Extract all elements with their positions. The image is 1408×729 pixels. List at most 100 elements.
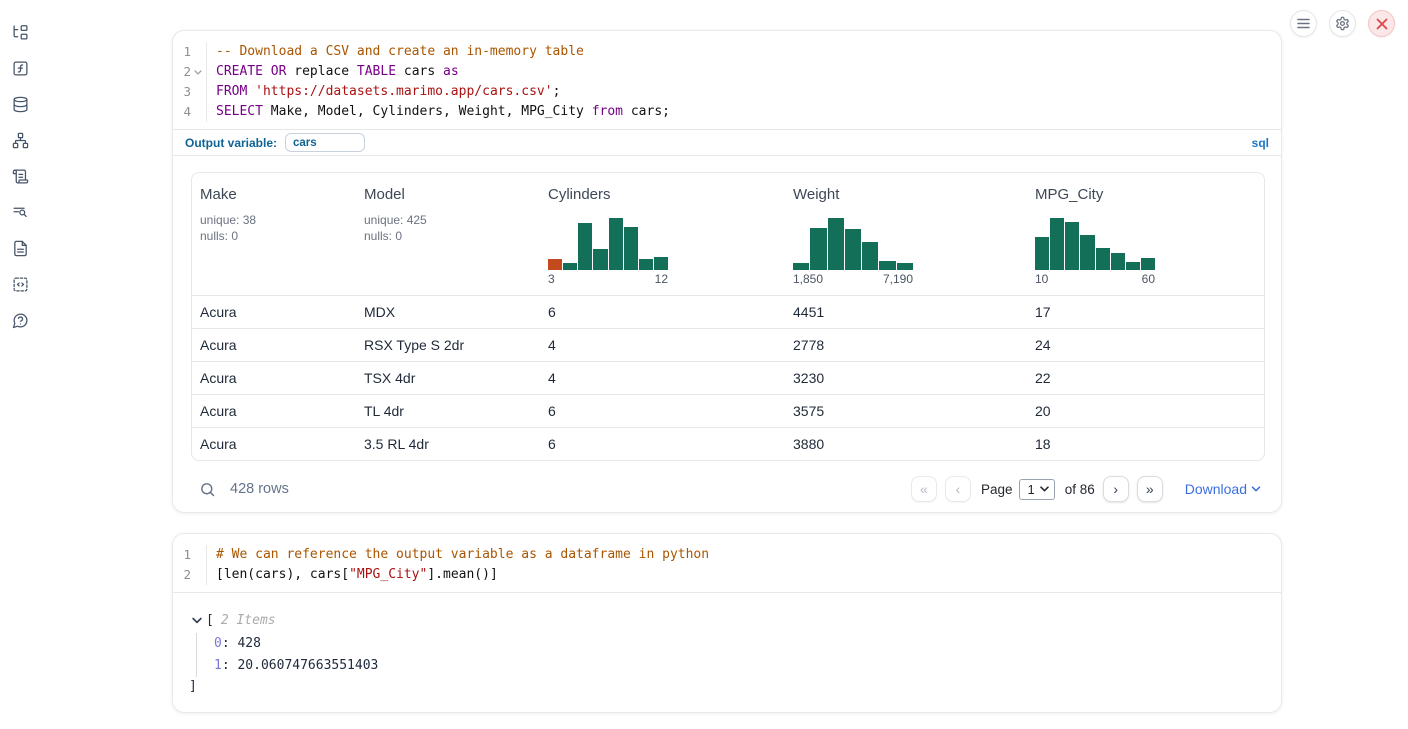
chevron-down-icon bbox=[1040, 486, 1049, 492]
histogram-bar bbox=[810, 228, 826, 270]
file-tree-icon[interactable] bbox=[12, 24, 29, 41]
table-row: Acura3.5 RL 4dr6388018 bbox=[192, 427, 1264, 460]
table-cell: Acura bbox=[192, 337, 356, 353]
histogram-bar bbox=[845, 229, 861, 270]
column-header-make: Make unique: 38 nulls: 0 bbox=[192, 173, 356, 295]
fold-chevron-icon[interactable] bbox=[191, 70, 205, 75]
column-title[interactable]: Model bbox=[364, 186, 532, 203]
table-cell: RSX Type S 2dr bbox=[356, 337, 540, 353]
page-select[interactable]: 1 bbox=[1019, 479, 1054, 500]
table-cell: 20 bbox=[1027, 403, 1265, 419]
download-button[interactable]: Download bbox=[1185, 481, 1261, 497]
code-text: CREATE OR replace TABLE cars as bbox=[207, 62, 459, 82]
histogram-bar bbox=[639, 259, 653, 270]
histogram-bar bbox=[548, 259, 562, 270]
scroll-icon[interactable] bbox=[12, 168, 29, 185]
table-cell: MDX bbox=[356, 304, 540, 320]
topbar-controls bbox=[1290, 10, 1395, 37]
column-title[interactable]: MPG_City bbox=[1035, 186, 1258, 203]
dependency-graph-icon[interactable] bbox=[12, 132, 29, 149]
line-number: 3 bbox=[173, 82, 207, 102]
histogram-bar bbox=[862, 242, 878, 270]
tree-open-bracket: [ bbox=[206, 613, 214, 628]
table-cell: 6 bbox=[540, 403, 785, 419]
sidebar bbox=[12, 24, 29, 329]
column-title[interactable]: Cylinders bbox=[548, 186, 777, 203]
column-stats: unique: 425 nulls: 0 bbox=[364, 212, 532, 244]
output-variable-input[interactable] bbox=[285, 133, 365, 152]
tree-expander-icon[interactable] bbox=[192, 617, 202, 624]
page-label: Page bbox=[981, 482, 1013, 497]
next-page-button[interactable]: › bbox=[1103, 476, 1129, 502]
code-line: 2[len(cars), cars["MPG_City"].mean()] bbox=[173, 565, 1281, 585]
search-icon[interactable] bbox=[199, 481, 216, 498]
language-badge[interactable]: sql bbox=[1252, 136, 1269, 150]
table-cell: 6 bbox=[540, 304, 785, 320]
table-cell: TSX 4dr bbox=[356, 370, 540, 386]
table-cell: 4451 bbox=[785, 304, 1027, 320]
table-cell: Acura bbox=[192, 403, 356, 419]
menu-icon[interactable] bbox=[1290, 10, 1317, 37]
table-cell: 3880 bbox=[785, 436, 1027, 452]
table-cell: 3230 bbox=[785, 370, 1027, 386]
line-number: 2 bbox=[173, 565, 207, 585]
column-header-weight: Weight 1,850 7,190 bbox=[785, 173, 1027, 295]
code-text: [len(cars), cars["MPG_City"].mean()] bbox=[207, 565, 498, 585]
table-cell: 22 bbox=[1027, 370, 1265, 386]
table-row: AcuraRSX Type S 2dr4277824 bbox=[192, 328, 1264, 361]
column-title[interactable]: Make bbox=[200, 186, 348, 203]
column-header-model: Model unique: 425 nulls: 0 bbox=[356, 173, 540, 295]
prev-page-button[interactable]: ‹ bbox=[945, 476, 971, 502]
table-cell: Acura bbox=[192, 304, 356, 320]
python-code-editor[interactable]: 1# We can reference the output variable … bbox=[173, 534, 1281, 592]
snippets-icon[interactable] bbox=[12, 276, 29, 293]
sql-cell-output: Make unique: 38 nulls: 0 Model unique: 4… bbox=[173, 156, 1281, 504]
tree-item-count: 2 Items bbox=[221, 613, 276, 628]
weight-histogram: 1,850 7,190 bbox=[793, 218, 913, 286]
last-page-button[interactable]: » bbox=[1137, 476, 1163, 502]
line-number: 1 bbox=[173, 545, 207, 565]
histogram-bar bbox=[654, 257, 668, 270]
code-text: # We can reference the output variable a… bbox=[207, 545, 709, 565]
hist-max-label: 60 bbox=[1142, 272, 1155, 286]
tree-entry: 1: 20.060747663551403 bbox=[214, 655, 1281, 677]
document-icon[interactable] bbox=[12, 240, 29, 257]
function-square-icon[interactable] bbox=[12, 60, 29, 77]
table-cell: 17 bbox=[1027, 304, 1265, 320]
logs-search-icon[interactable] bbox=[12, 204, 29, 221]
gear-icon[interactable] bbox=[1329, 10, 1356, 37]
code-line: 1# We can reference the output variable … bbox=[173, 545, 1281, 565]
histogram-bar bbox=[1141, 258, 1155, 270]
code-text: -- Download a CSV and create an in-memor… bbox=[207, 42, 584, 62]
code-text: FROM 'https://datasets.marimo.app/cars.c… bbox=[207, 82, 560, 102]
line-number: 4 bbox=[173, 102, 207, 122]
histogram-bar bbox=[879, 261, 895, 270]
first-page-button[interactable]: « bbox=[911, 476, 937, 502]
table-footer: 428 rows « ‹ Page 1 of 86 › » Download bbox=[191, 468, 1263, 504]
histogram-bar bbox=[609, 218, 623, 270]
histogram-bar bbox=[828, 218, 844, 270]
sql-code-editor[interactable]: 1-- Download a CSV and create an in-memo… bbox=[173, 31, 1281, 129]
line-number: 2 bbox=[173, 62, 207, 82]
histogram-bar bbox=[1035, 237, 1049, 270]
table-row: AcuraTSX 4dr4323022 bbox=[192, 361, 1264, 394]
column-title[interactable]: Weight bbox=[793, 186, 1019, 203]
close-icon[interactable] bbox=[1368, 10, 1395, 37]
code-text: SELECT Make, Model, Cylinders, Weight, M… bbox=[207, 102, 670, 122]
database-icon[interactable] bbox=[12, 96, 29, 113]
table-cell: 4 bbox=[540, 370, 785, 386]
table-row: AcuraTL 4dr6357520 bbox=[192, 394, 1264, 427]
tree-close-bracket: ] bbox=[189, 677, 1281, 697]
histogram-bar bbox=[1126, 262, 1140, 270]
line-number: 1 bbox=[173, 42, 207, 62]
hist-min-label: 10 bbox=[1035, 272, 1048, 286]
histogram-bar bbox=[1096, 248, 1110, 270]
chevron-down-icon bbox=[1251, 486, 1261, 492]
column-stats: unique: 38 nulls: 0 bbox=[200, 212, 348, 244]
pagination: « ‹ Page 1 of 86 › » Download bbox=[903, 476, 1261, 502]
histogram-bar bbox=[897, 263, 913, 270]
output-variable-row: Output variable: sql bbox=[173, 129, 1281, 156]
help-icon[interactable] bbox=[12, 312, 29, 329]
page-total-label: of 86 bbox=[1065, 482, 1095, 497]
table-cell: 6 bbox=[540, 436, 785, 452]
